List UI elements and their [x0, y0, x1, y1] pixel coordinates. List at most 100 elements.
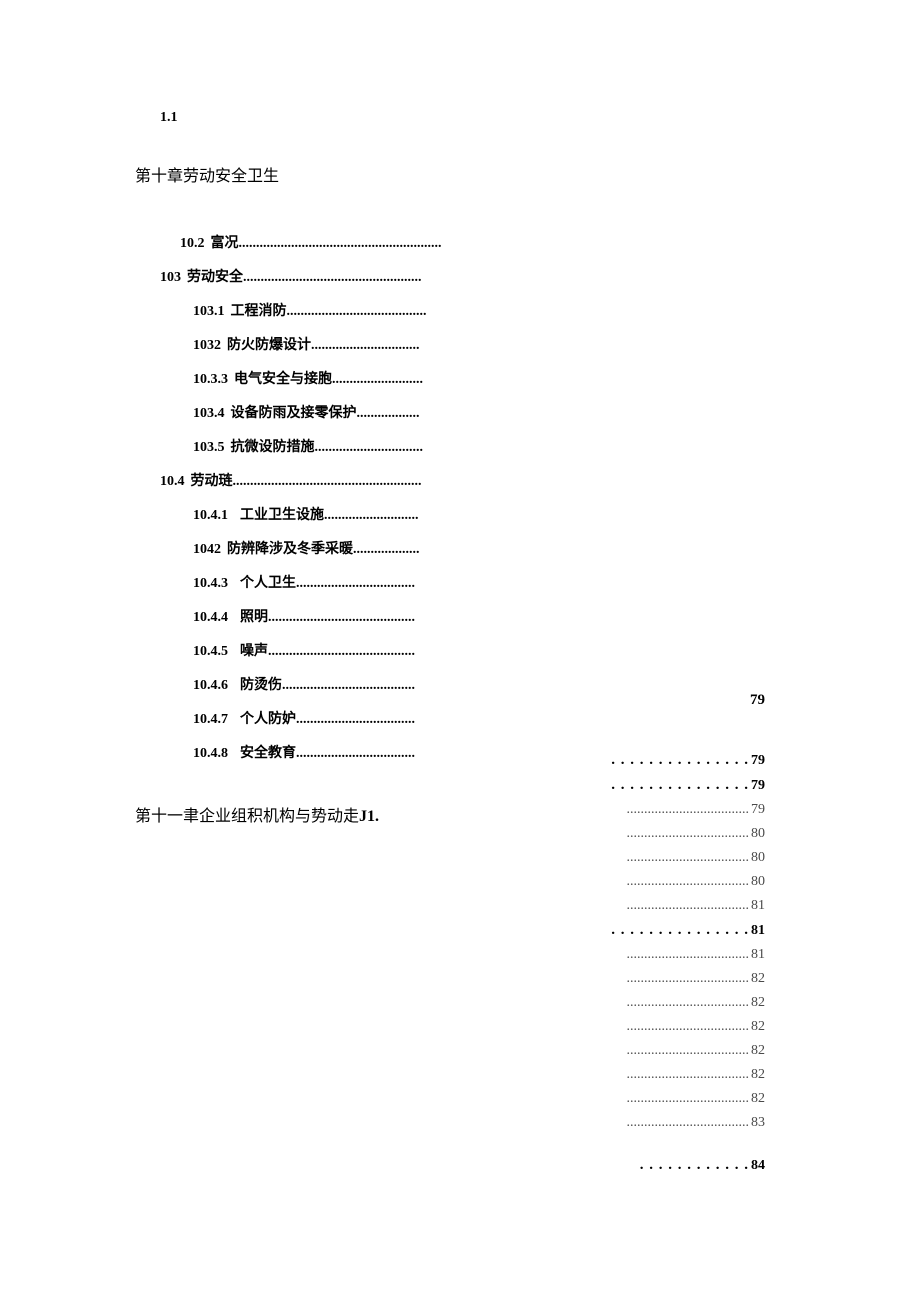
toc-number: 10.4	[160, 474, 185, 490]
right-page-entry: ................................... 80	[611, 826, 765, 842]
toc-entry: 103劳动安全.................................…	[130, 266, 790, 286]
right-page-list: . . . . . . . . . . . . . . . 79. . . . …	[611, 752, 765, 1182]
right-dots: ...................................	[627, 947, 750, 963]
right-page-number: 82	[751, 1019, 765, 1035]
toc-dots: ...............................	[315, 440, 424, 456]
right-page-entry: . . . . . . . . . . . . . . . 79	[611, 777, 765, 794]
toc-entry: 10.4.3个人卫生..............................…	[130, 572, 790, 592]
right-page-entry: . . . . . . . . . . . . 84	[611, 1157, 765, 1174]
toc-dots: ..................................	[296, 746, 415, 762]
right-dots: . . . . . . . . . . . .	[640, 1157, 749, 1174]
right-page-entry: ................................... 82	[611, 1019, 765, 1035]
toc-dots: ...............................	[311, 338, 420, 354]
right-dots: ...................................	[627, 1043, 750, 1059]
right-page-number: 79	[751, 753, 765, 769]
right-dots: ...................................	[627, 1067, 750, 1083]
toc-dots: ........................................…	[268, 644, 415, 660]
right-page-number: 82	[751, 971, 765, 987]
toc-label: 工程消防	[231, 300, 287, 320]
right-page-entry: ................................... 82	[611, 1067, 765, 1083]
right-page-number: 82	[751, 1067, 765, 1083]
toc-number: 103.1	[193, 304, 225, 320]
toc-number: 1042	[193, 542, 221, 558]
toc-dots: ...........................	[324, 508, 419, 524]
toc-dots: ..................	[357, 406, 420, 422]
right-page-entry: ................................... 82	[611, 1091, 765, 1107]
right-page-entry: ................................... 82	[611, 1043, 765, 1059]
toc-label: 电气安全与接胞	[234, 368, 332, 388]
toc-label: 防烫伤	[240, 674, 282, 694]
right-dots: ...................................	[627, 802, 750, 818]
toc-entry: 10.4.7个人防妒..............................…	[130, 708, 790, 728]
toc-label: 劳动琏	[191, 470, 233, 490]
toc-list: 10.2 富况..................................…	[130, 232, 790, 762]
right-page-number: 81	[751, 947, 765, 963]
toc-number: 10.4.4	[193, 610, 228, 626]
toc-entry: 10.4.4 照明................................…	[130, 606, 790, 626]
toc-dots: ........................................…	[268, 610, 415, 626]
right-dots: . . . . . . . . . . . . . . .	[611, 777, 749, 794]
toc-number: 10.2	[180, 236, 205, 252]
toc-label: 抗微设防措施	[231, 436, 315, 456]
toc-entry: 10.4 劳动琏.................................…	[130, 470, 790, 490]
right-page-number: 79	[751, 802, 765, 818]
chapter-10-title: 第十章劳动安全卫生	[135, 162, 790, 186]
chapter-11-j1: J1.	[359, 808, 379, 825]
toc-dots: ........................................	[287, 304, 427, 320]
toc-dots: ..................................	[296, 576, 415, 592]
toc-entry: 10.3.3电气安全与接胞..........................	[130, 368, 790, 388]
right-dots: ...................................	[627, 1019, 750, 1035]
toc-number: 10.3.3	[193, 372, 228, 388]
toc-entry: 10.4.5噪声................................…	[130, 640, 790, 660]
toc-label: 个人防妒	[240, 708, 296, 728]
toc-entry: 103.4设备防雨及接零保护..................	[130, 402, 790, 422]
toc-entry: 1042防辨降涉及冬季采暖...................	[130, 538, 790, 558]
right-page-entry: ................................... 80	[611, 874, 765, 890]
right-page-entry: ................................... 82	[611, 995, 765, 1011]
toc-number: 10.4.1	[193, 508, 228, 524]
toc-label: 防火防爆设计	[227, 334, 311, 354]
toc-entry: 103.1 工程消防...............................…	[130, 300, 790, 320]
toc-label: 噪声	[240, 640, 268, 660]
toc-label: 照明	[240, 606, 268, 626]
right-page-entry: ................................... 83	[611, 1115, 765, 1131]
toc-entry: 10.4.1 工业卫生设施...........................	[130, 504, 790, 524]
toc-number: 103.5	[193, 440, 225, 456]
right-page-number: 80	[751, 826, 765, 842]
right-page-entry: . . . . . . . . . . . . . . . 81	[611, 922, 765, 939]
right-page-entry: ................................... 79	[611, 802, 765, 818]
chapter-11-prefix: 第十一聿企业组积机构与势动走	[135, 808, 359, 825]
right-page-entry: ................................... 82	[611, 971, 765, 987]
right-page-entry: ................................... 81	[611, 898, 765, 914]
right-page-number: 81	[751, 923, 765, 939]
page-number-top: 79	[750, 692, 765, 709]
toc-label: 工业卫生设施	[240, 504, 324, 524]
toc-dots: ..................................	[296, 712, 415, 728]
toc-dots: ........................................…	[233, 474, 422, 490]
toc-label: 安全教育	[240, 742, 296, 762]
right-dots: ...................................	[627, 1115, 750, 1131]
toc-label: 防辨降涉及冬季采暖	[227, 538, 353, 558]
toc-label: 富况	[211, 232, 239, 252]
toc-entry: 10.4.6防烫伤...............................…	[130, 674, 790, 694]
toc-label: 个人卫生	[240, 572, 296, 592]
toc-dots: ........................................…	[239, 236, 442, 252]
right-page-entry: ................................... 81	[611, 947, 765, 963]
right-page-number: 81	[751, 898, 765, 914]
toc-number: 1032	[193, 338, 221, 354]
right-dots: ...................................	[627, 971, 750, 987]
toc-dots: ........................................…	[243, 270, 422, 286]
right-page-number: 82	[751, 995, 765, 1011]
right-dots: . . . . . . . . . . . . . . .	[611, 922, 749, 939]
toc-entry: 1032 防火防爆设计..............................…	[130, 334, 790, 354]
right-page-entry: ................................... 80	[611, 850, 765, 866]
right-page-number: 80	[751, 850, 765, 866]
right-dots: ...................................	[627, 826, 750, 842]
toc-entry: 10.2 富况..................................…	[130, 232, 790, 252]
right-page-entry: . . . . . . . . . . . . . . . 79	[611, 752, 765, 769]
toc-label: 劳动安全	[187, 266, 243, 286]
right-dots: ...................................	[627, 898, 750, 914]
right-page-number: 82	[751, 1043, 765, 1059]
toc-dots: ......................................	[282, 678, 415, 694]
toc-entry: 103.5 抗微设防措施.............................…	[130, 436, 790, 456]
